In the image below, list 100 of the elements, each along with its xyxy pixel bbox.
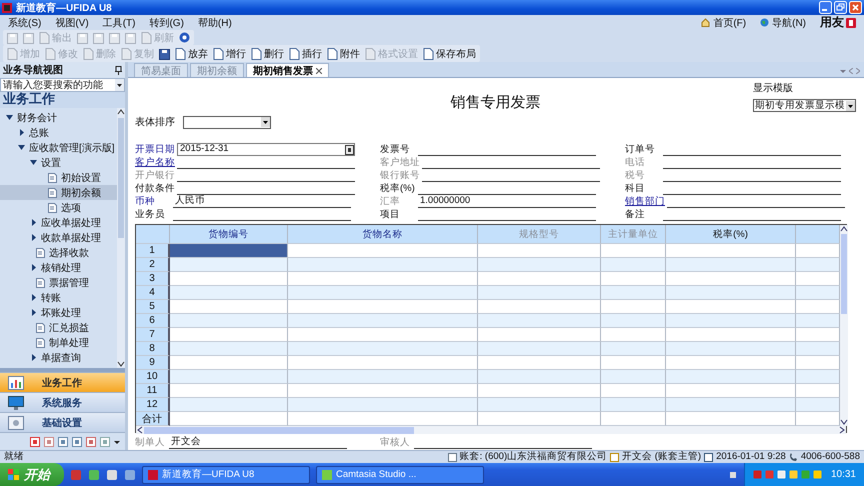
- tree-item[interactable]: 收款单据处理: [0, 230, 117, 245]
- toolbar-button[interactable]: 插行: [289, 46, 322, 60]
- close-icon[interactable]: [316, 68, 322, 74]
- tree-item[interactable]: 应收款管理[演示版]: [0, 140, 117, 155]
- menu-item[interactable]: 转到(G): [149, 16, 184, 30]
- scrollbar[interactable]: [136, 426, 846, 434]
- module-button[interactable]: 系统服务: [0, 392, 125, 412]
- menu-item[interactable]: 系统(S): [8, 16, 42, 30]
- table-cell[interactable]: [170, 286, 288, 300]
- tree-item[interactable]: 制单处理: [0, 335, 117, 350]
- table-cell[interactable]: [666, 342, 796, 356]
- table-cell[interactable]: [601, 286, 666, 300]
- table-cell[interactable]: [170, 398, 288, 412]
- caret-right-icon[interactable]: [30, 264, 37, 271]
- tree-item[interactable]: 期初余额: [0, 185, 117, 200]
- column-header[interactable]: 税率(%): [666, 225, 796, 244]
- table-cell[interactable]: [666, 370, 796, 384]
- scrollbar[interactable]: [117, 108, 125, 368]
- table-cell[interactable]: [288, 258, 478, 272]
- input-field[interactable]: 人民币: [173, 195, 351, 208]
- input-field[interactable]: 1.00000000: [418, 195, 596, 208]
- scroll-up-icon[interactable]: [840, 225, 848, 233]
- scrollbar[interactable]: [840, 225, 848, 426]
- scroll-down-icon[interactable]: [840, 418, 848, 426]
- toolbar-button[interactable]: 增行: [213, 46, 246, 60]
- caret-down-icon[interactable]: [18, 144, 25, 151]
- table-cell[interactable]: [288, 342, 478, 356]
- help-icon[interactable]: [179, 32, 190, 43]
- column-header[interactable]: 货物名称: [288, 225, 478, 244]
- scroll-up-icon[interactable]: [117, 108, 125, 116]
- template-dropdown[interactable]: 期初专用发票显示模: [753, 99, 856, 112]
- table-cell[interactable]: [796, 342, 840, 356]
- menu-item[interactable]: 视图(V): [55, 16, 89, 30]
- scroll-right-icon[interactable]: [838, 426, 846, 434]
- toolbar-link[interactable]: 首页(F): [713, 16, 746, 30]
- tree-item[interactable]: 单据查询: [0, 350, 117, 365]
- restore-icon[interactable]: [834, 1, 847, 14]
- table-cell[interactable]: [170, 314, 288, 328]
- module-button[interactable]: 基础设置: [0, 412, 125, 432]
- table-cell[interactable]: [601, 398, 666, 412]
- table-cell[interactable]: [478, 258, 601, 272]
- tree-item[interactable]: 核销处理: [0, 260, 117, 275]
- tree-item[interactable]: 汇兑损益: [0, 320, 117, 335]
- table-cell[interactable]: [796, 398, 840, 412]
- table-cell[interactable]: [478, 398, 601, 412]
- table-cell[interactable]: [796, 258, 840, 272]
- tree-item[interactable]: 转账: [0, 290, 117, 305]
- scroll-left-icon[interactable]: [136, 426, 144, 434]
- caret-right-icon[interactable]: [30, 294, 37, 301]
- tree-item[interactable]: 总账: [0, 125, 117, 140]
- table-cell[interactable]: [170, 258, 288, 272]
- scroll-down-icon[interactable]: [117, 360, 125, 368]
- table-cell[interactable]: [666, 314, 796, 328]
- table-cell[interactable]: [288, 314, 478, 328]
- launch-icon[interactable]: [88, 468, 100, 480]
- selected-cell[interactable]: [170, 244, 288, 258]
- scrollbar-thumb[interactable]: [118, 118, 124, 238]
- tree-item[interactable]: 财务会计: [0, 110, 117, 125]
- table-cell[interactable]: [170, 370, 288, 384]
- tab[interactable]: 期初销售发票: [246, 63, 329, 77]
- menu-item[interactable]: 帮助(H): [198, 16, 232, 30]
- taskbar-button[interactable]: Camtasia Studio ...: [316, 466, 484, 484]
- table-cell[interactable]: [601, 258, 666, 272]
- table-cell[interactable]: [478, 314, 601, 328]
- input-field[interactable]: 开文会: [169, 436, 347, 449]
- date-field[interactable]: 2015-12-31: [177, 143, 355, 156]
- menu-item[interactable]: 工具(T): [102, 16, 136, 30]
- table-cell[interactable]: [666, 286, 796, 300]
- tree-item[interactable]: 应收单据处理: [0, 215, 117, 230]
- table-cell[interactable]: [601, 370, 666, 384]
- table-cell[interactable]: [666, 398, 796, 412]
- taskbar-button[interactable]: 新道教育—UFIDA U8: [142, 466, 310, 484]
- tree-item[interactable]: 坏账处理: [0, 305, 117, 320]
- table-cell[interactable]: [288, 286, 478, 300]
- scrollbar-thumb[interactable]: [144, 426, 414, 434]
- tree-item[interactable]: 选择收款: [0, 245, 117, 260]
- tray-icon[interactable]: [728, 470, 738, 480]
- table-cell[interactable]: [478, 286, 601, 300]
- table-cell[interactable]: [288, 398, 478, 412]
- caret-right-icon[interactable]: [30, 219, 37, 226]
- calendar-icon[interactable]: [345, 145, 354, 155]
- caret-right-icon[interactable]: [18, 129, 25, 136]
- field-link[interactable]: 销售部门: [625, 195, 665, 208]
- table-cell[interactable]: [796, 370, 840, 384]
- toolbar-button[interactable]: 删行: [251, 46, 284, 60]
- caret-right-icon[interactable]: [30, 309, 37, 316]
- table-cell[interactable]: [796, 314, 840, 328]
- toolbar-button[interactable]: 放弃: [175, 46, 208, 60]
- table-cell[interactable]: [170, 342, 288, 356]
- table-cell[interactable]: [601, 342, 666, 356]
- toolbar-button[interactable]: 附件: [327, 46, 360, 60]
- module-button[interactable]: 业务工作: [0, 372, 125, 392]
- table-cell[interactable]: [288, 370, 478, 384]
- dropdown-arrow-icon[interactable]: [114, 438, 120, 444]
- tree-item[interactable]: 初始设置: [0, 170, 117, 185]
- tree-item[interactable]: 设置: [0, 155, 117, 170]
- column-header[interactable]: 货物编号: [170, 225, 288, 244]
- caret-right-icon[interactable]: [30, 234, 37, 241]
- table-cell[interactable]: [601, 314, 666, 328]
- scrollbar-thumb[interactable]: [841, 234, 847, 314]
